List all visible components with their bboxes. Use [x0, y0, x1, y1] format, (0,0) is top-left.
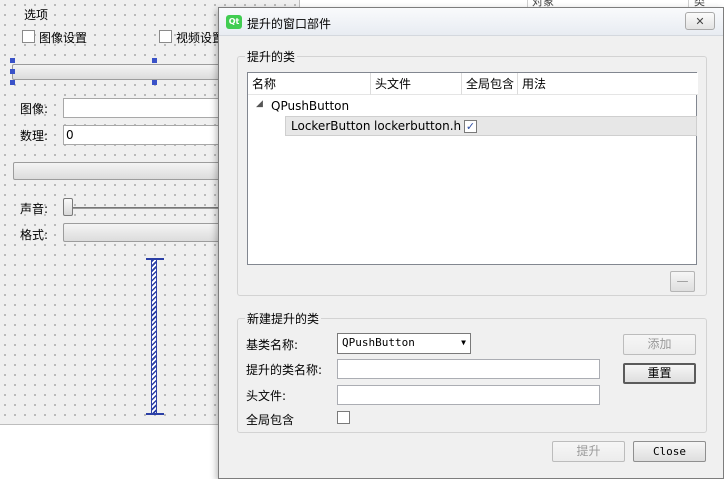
options-group-title: 选项 [22, 6, 51, 23]
count-label: 数理: [20, 129, 49, 143]
remove-promoted-class-button[interactable]: — [670, 271, 695, 292]
format-label: 格式: [20, 228, 49, 242]
window-close-button[interactable]: ✕ [685, 12, 715, 30]
base-class-label: 基类名称: [246, 338, 299, 352]
base-class-combo[interactable]: QPushButton ▼ [337, 333, 471, 354]
sound-slider-handle[interactable] [63, 198, 73, 216]
header-file-input[interactable] [337, 385, 600, 405]
promoted-classes-tree[interactable]: 名称 头文件 全局包含 用法 ◢ QPushButton LockerButto… [247, 72, 698, 265]
video-settings-checkbox[interactable] [159, 30, 172, 43]
header-file-label: 头文件: [246, 389, 287, 403]
promoted-classes-group-title: 提升的类 [245, 48, 298, 65]
column-header-global-include[interactable]: 全局包含 [462, 73, 518, 95]
promoted-class-name-label: 提升的类名称: [246, 363, 323, 377]
selection-handle[interactable] [10, 69, 15, 74]
selection-handle[interactable] [152, 80, 157, 85]
selection-handle[interactable] [10, 58, 15, 63]
promoted-widgets-dialog: Qt 提升的窗口部件 ✕ 提升的类 名称 头文件 全局包含 用法 ◢ QPush… [218, 7, 724, 479]
promoted-class-name-input[interactable] [337, 359, 600, 379]
column-header-header-file[interactable]: 头文件 [371, 73, 462, 95]
close-icon: ✕ [695, 15, 705, 28]
tree-expand-arrow-icon[interactable]: ◢ [256, 99, 263, 109]
column-header-usage[interactable]: 用法 [518, 73, 698, 95]
tree-item-lockerbutton-name: LockerButton [291, 119, 371, 133]
dialog-title: 提升的窗口部件 [247, 17, 332, 31]
image-settings-checkbox[interactable] [22, 30, 35, 43]
image-label: 图像: [20, 102, 49, 116]
minus-icon: — [676, 274, 689, 288]
tree-item-lockerbutton-header: lockerbutton.h [374, 119, 462, 133]
tree-item-qpushbutton[interactable]: QPushButton [271, 99, 349, 113]
global-include-label: 全局包含 [246, 413, 295, 427]
image-settings-label: 图像设置 [39, 31, 88, 45]
dropdown-arrow-icon: ▼ [461, 338, 466, 347]
tree-item-global-include-checkbox[interactable]: ✓ [464, 120, 477, 133]
base-class-value: QPushButton [342, 336, 415, 349]
promote-button[interactable]: 提升 [552, 441, 625, 462]
new-promoted-class-group-title: 新建提升的类 [245, 310, 322, 327]
column-header-name[interactable]: 名称 [248, 73, 371, 95]
close-button[interactable]: Close [633, 441, 706, 462]
video-settings-label: 视频设置 [176, 31, 225, 45]
selection-handle[interactable] [152, 58, 157, 63]
selection-handle[interactable] [10, 80, 15, 85]
global-include-checkbox[interactable] [337, 411, 350, 424]
add-button[interactable]: 添加 [623, 334, 696, 355]
dialog-titlebar[interactable]: Qt 提升的窗口部件 ✕ [219, 8, 723, 36]
sound-label: 声音: [20, 202, 49, 216]
qt-app-icon: Qt [226, 15, 242, 29]
vertical-spacer[interactable] [151, 260, 157, 414]
vertical-spacer-cap-bottom [146, 413, 164, 415]
reset-button[interactable]: 重置 [623, 363, 696, 384]
